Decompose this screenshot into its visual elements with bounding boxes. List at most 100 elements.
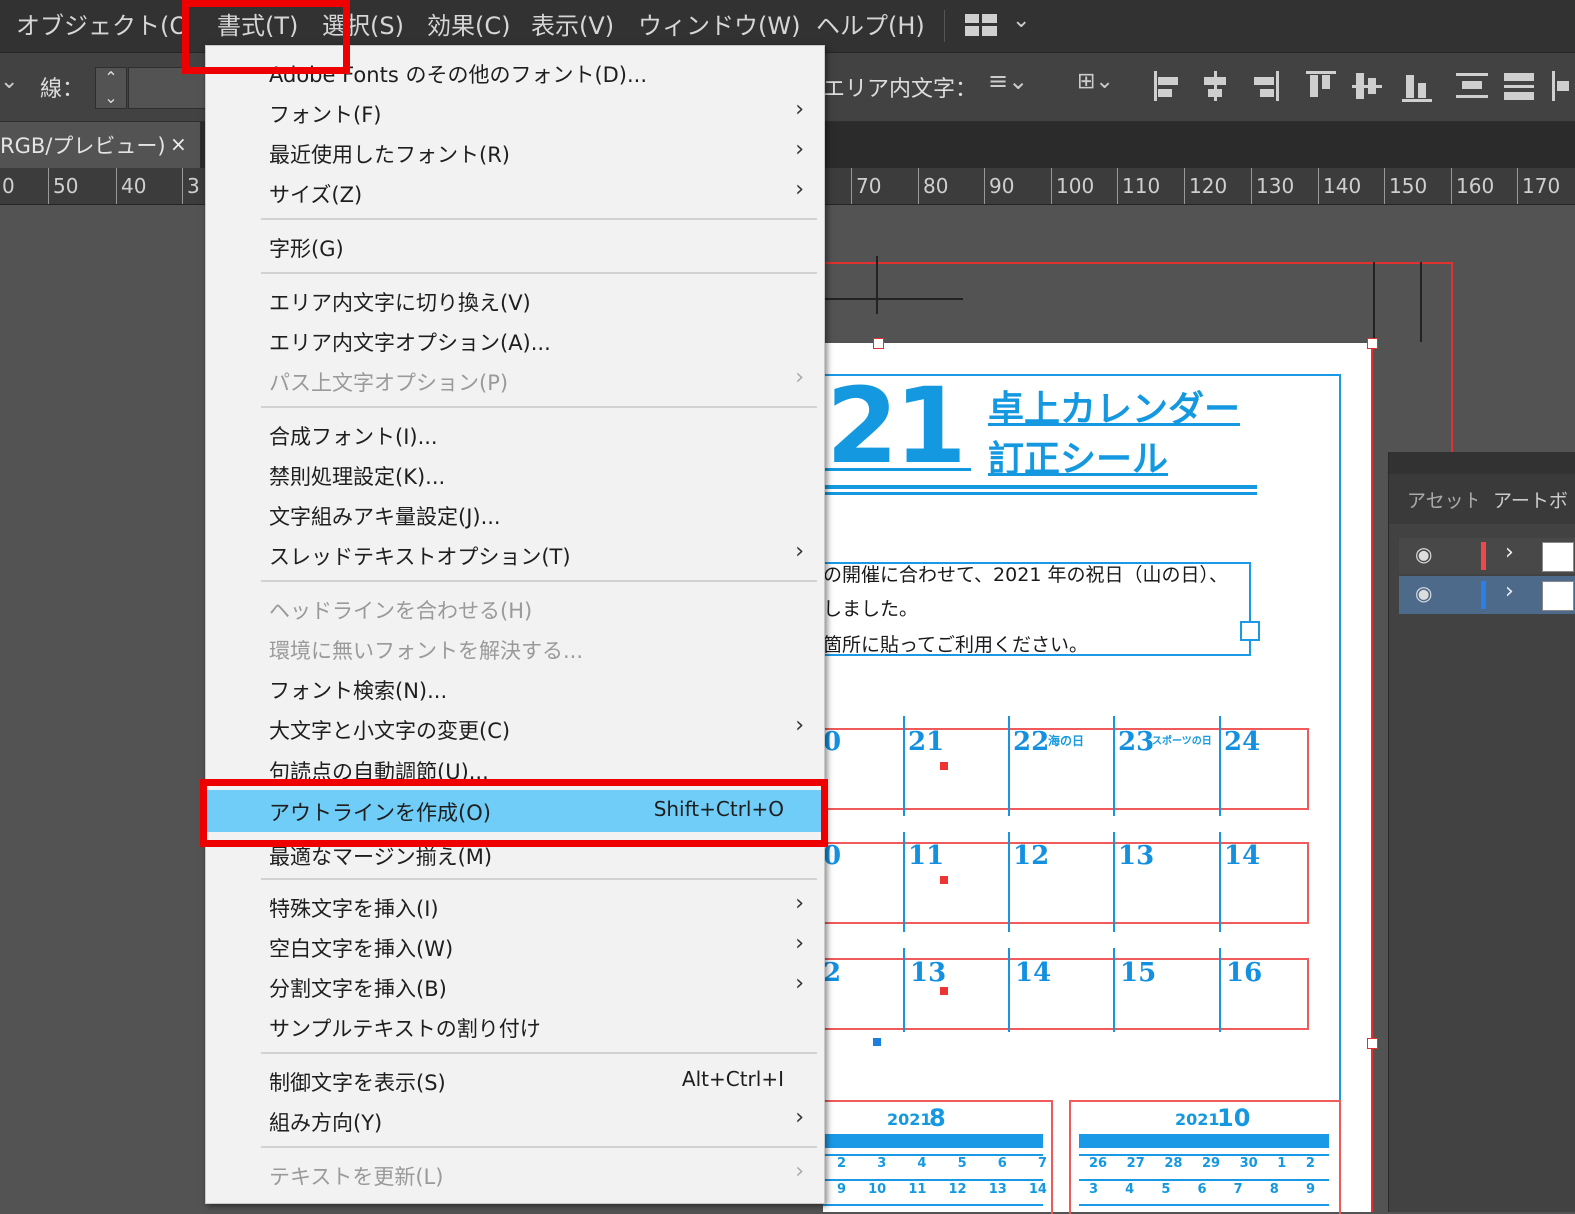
ruler-label: 70 bbox=[856, 174, 882, 198]
calendar-day: 23 bbox=[1118, 727, 1155, 757]
tab-assets[interactable]: アセット( bbox=[1407, 486, 1477, 513]
bleed-line bbox=[823, 262, 1453, 264]
menu-separator bbox=[261, 272, 817, 274]
menu-window[interactable]: ウィンドウ(W) bbox=[638, 6, 800, 41]
mini-cal-week: 234567 bbox=[837, 1156, 1047, 1171]
selection-handle[interactable] bbox=[873, 338, 884, 349]
ruler-label: 120 bbox=[1189, 174, 1228, 198]
menu-item-insert-special-char[interactable]: 特殊文字を挿入(I) › bbox=[206, 886, 824, 926]
year-underline bbox=[823, 468, 971, 471]
menu-item-show-hidden-chars[interactable]: 制御文字を表示(S) Alt+Ctrl+I bbox=[206, 1060, 824, 1100]
calendar-divider bbox=[903, 948, 905, 1032]
menu-item-change-case[interactable]: 大文字と小文字の変更(C) › bbox=[206, 708, 824, 748]
anchor-point[interactable] bbox=[873, 1038, 881, 1046]
annotation-highlight-box bbox=[200, 779, 828, 847]
menu-view[interactable]: 表示(V) bbox=[531, 6, 614, 41]
calendar-day: 15 bbox=[1120, 958, 1157, 988]
menu-item-threaded-text[interactable]: スレッドテキストオプション(T) › bbox=[206, 534, 824, 574]
close-icon[interactable]: × bbox=[170, 132, 187, 156]
menu-separator bbox=[261, 1146, 817, 1148]
menu-effect[interactable]: 効果(C) bbox=[427, 6, 510, 41]
calendar-divider bbox=[1008, 948, 1010, 1032]
ruler-label: 110 bbox=[1122, 174, 1161, 198]
mini-calendar: 2021 10 26 27 28 29 30 1 2 3456789 bbox=[1069, 1100, 1341, 1214]
menu-item-kinsoku[interactable]: 禁則処理設定(K)... bbox=[206, 454, 824, 494]
menu-item-font[interactable]: フォント(F) › bbox=[206, 92, 824, 132]
shortcut-label: Alt+Ctrl+I bbox=[681, 1067, 784, 1091]
mini-cal-month: 10 bbox=[1217, 1104, 1251, 1132]
menu-item-glyphs[interactable]: 字形(G) bbox=[206, 226, 824, 266]
calendar-day: 14 bbox=[1224, 841, 1261, 871]
ruler-label: 170 bbox=[1522, 174, 1561, 198]
selection-handle[interactable] bbox=[1367, 1038, 1378, 1049]
chevron-down-icon[interactable]: ⌄ bbox=[0, 69, 18, 94]
workspace-switcher-icon[interactable] bbox=[965, 14, 997, 36]
selection-handle[interactable] bbox=[1367, 338, 1378, 349]
ruler-label: 50 bbox=[53, 174, 79, 198]
tab-artboards[interactable]: アートボ bbox=[1493, 486, 1568, 513]
chevron-right-icon[interactable]: › bbox=[1505, 579, 1514, 604]
menu-item-recent-fonts[interactable]: 最近使用したフォント(R) › bbox=[206, 132, 824, 172]
layer-color-swatch bbox=[1481, 542, 1486, 570]
calendar-divider bbox=[903, 716, 905, 816]
body-text: の開催に合わせて、2021 年の祝日（山の日）、 bbox=[823, 564, 1228, 586]
menu-object[interactable]: オブジェクト(O bbox=[16, 6, 188, 41]
align-left-icon[interactable] bbox=[1154, 71, 1157, 101]
calendar-day: 24 bbox=[1224, 727, 1261, 757]
chevron-right-icon: › bbox=[795, 365, 804, 390]
menu-item-size[interactable]: サイズ(Z) › bbox=[206, 172, 824, 212]
calendar-day: 13 bbox=[1118, 841, 1155, 871]
menu-item-area-type-options[interactable]: エリア内文字オプション(A)... bbox=[206, 320, 824, 360]
chevron-right-icon[interactable]: › bbox=[1505, 540, 1514, 565]
menu-item-type-orientation[interactable]: 組み方向(Y) › bbox=[206, 1100, 824, 1140]
menu-item-placeholder-text[interactable]: サンプルテキストの割り付け bbox=[206, 1006, 824, 1046]
crop-mark bbox=[1420, 262, 1422, 342]
menu-separator bbox=[261, 406, 817, 408]
calendar-divider bbox=[1113, 948, 1115, 1032]
distribute-top-icon[interactable] bbox=[1456, 73, 1488, 76]
text-align-icon[interactable]: ≡⌄ bbox=[988, 67, 1028, 95]
chevron-down-icon[interactable]: ⌄ bbox=[1012, 8, 1030, 33]
layer-row-selected[interactable]: ◉ › bbox=[1399, 576, 1575, 614]
menu-item-composite-fonts[interactable]: 合成フォント(I)... bbox=[206, 414, 824, 454]
distribute-menu-icon[interactable]: ⊞⌄ bbox=[1077, 69, 1114, 94]
align-top-icon[interactable] bbox=[1306, 71, 1336, 74]
menu-item-fit-headline: ヘッドラインを合わせる(H) bbox=[269, 599, 533, 623]
align-bottom-icon[interactable] bbox=[1402, 99, 1432, 102]
align-right-icon[interactable] bbox=[1276, 71, 1279, 101]
title-rule bbox=[823, 485, 1257, 489]
menu-item-convert-area-type[interactable]: エリア内文字に切り換え(V) bbox=[206, 280, 824, 320]
menu-help[interactable]: ヘルプ(H) bbox=[816, 6, 925, 41]
chevron-right-icon: › bbox=[795, 971, 804, 996]
eye-icon[interactable]: ◉ bbox=[1415, 581, 1432, 605]
layer-color-swatch bbox=[1481, 581, 1486, 609]
calendar-day: 21 bbox=[908, 727, 945, 757]
eye-icon[interactable]: ◉ bbox=[1415, 542, 1432, 566]
distribute-left-icon[interactable] bbox=[1552, 71, 1555, 101]
menu-item-insert-break[interactable]: 分割文字を挿入(B) › bbox=[206, 966, 824, 1006]
holiday-note: スポーツの日 bbox=[1152, 736, 1212, 747]
document-tab[interactable]: RGB/プレビュー) × bbox=[0, 122, 200, 168]
crop-mark bbox=[876, 256, 878, 314]
menu-item-insert-whitespace[interactable]: 空白文字を挿入(W) › bbox=[206, 926, 824, 966]
calendar-day: 13 bbox=[910, 958, 947, 988]
marker-dot bbox=[940, 762, 948, 770]
calendar-day: 22 bbox=[1013, 727, 1050, 757]
ruler-label: 40 bbox=[121, 174, 147, 198]
menu-item-find-font[interactable]: フォント検索(N)... bbox=[206, 668, 824, 708]
mini-cal-month: 8 bbox=[929, 1104, 946, 1132]
marker-dot bbox=[940, 987, 948, 995]
distribute-center-icon[interactable] bbox=[1504, 73, 1534, 81]
text-overflow-port[interactable] bbox=[1240, 621, 1260, 641]
align-buttons bbox=[1150, 69, 1570, 105]
layer-row[interactable]: ◉ › bbox=[1399, 538, 1575, 574]
ruler-label: 80 bbox=[923, 174, 949, 198]
mini-cal-week: 9 10 11 12 13 14 bbox=[837, 1182, 1047, 1197]
ruler-label: 0 bbox=[2, 174, 15, 198]
tab-title: RGB/プレビュー) bbox=[0, 134, 166, 158]
stroke-stepper[interactable]: ⌃ ⌄ bbox=[95, 67, 127, 109]
body-text: しました。 bbox=[823, 598, 919, 620]
menu-item-mojikumi[interactable]: 文字組みアキ量設定(J)... bbox=[206, 494, 824, 534]
menu-separator bbox=[261, 580, 817, 582]
calendar-divider bbox=[903, 832, 905, 932]
